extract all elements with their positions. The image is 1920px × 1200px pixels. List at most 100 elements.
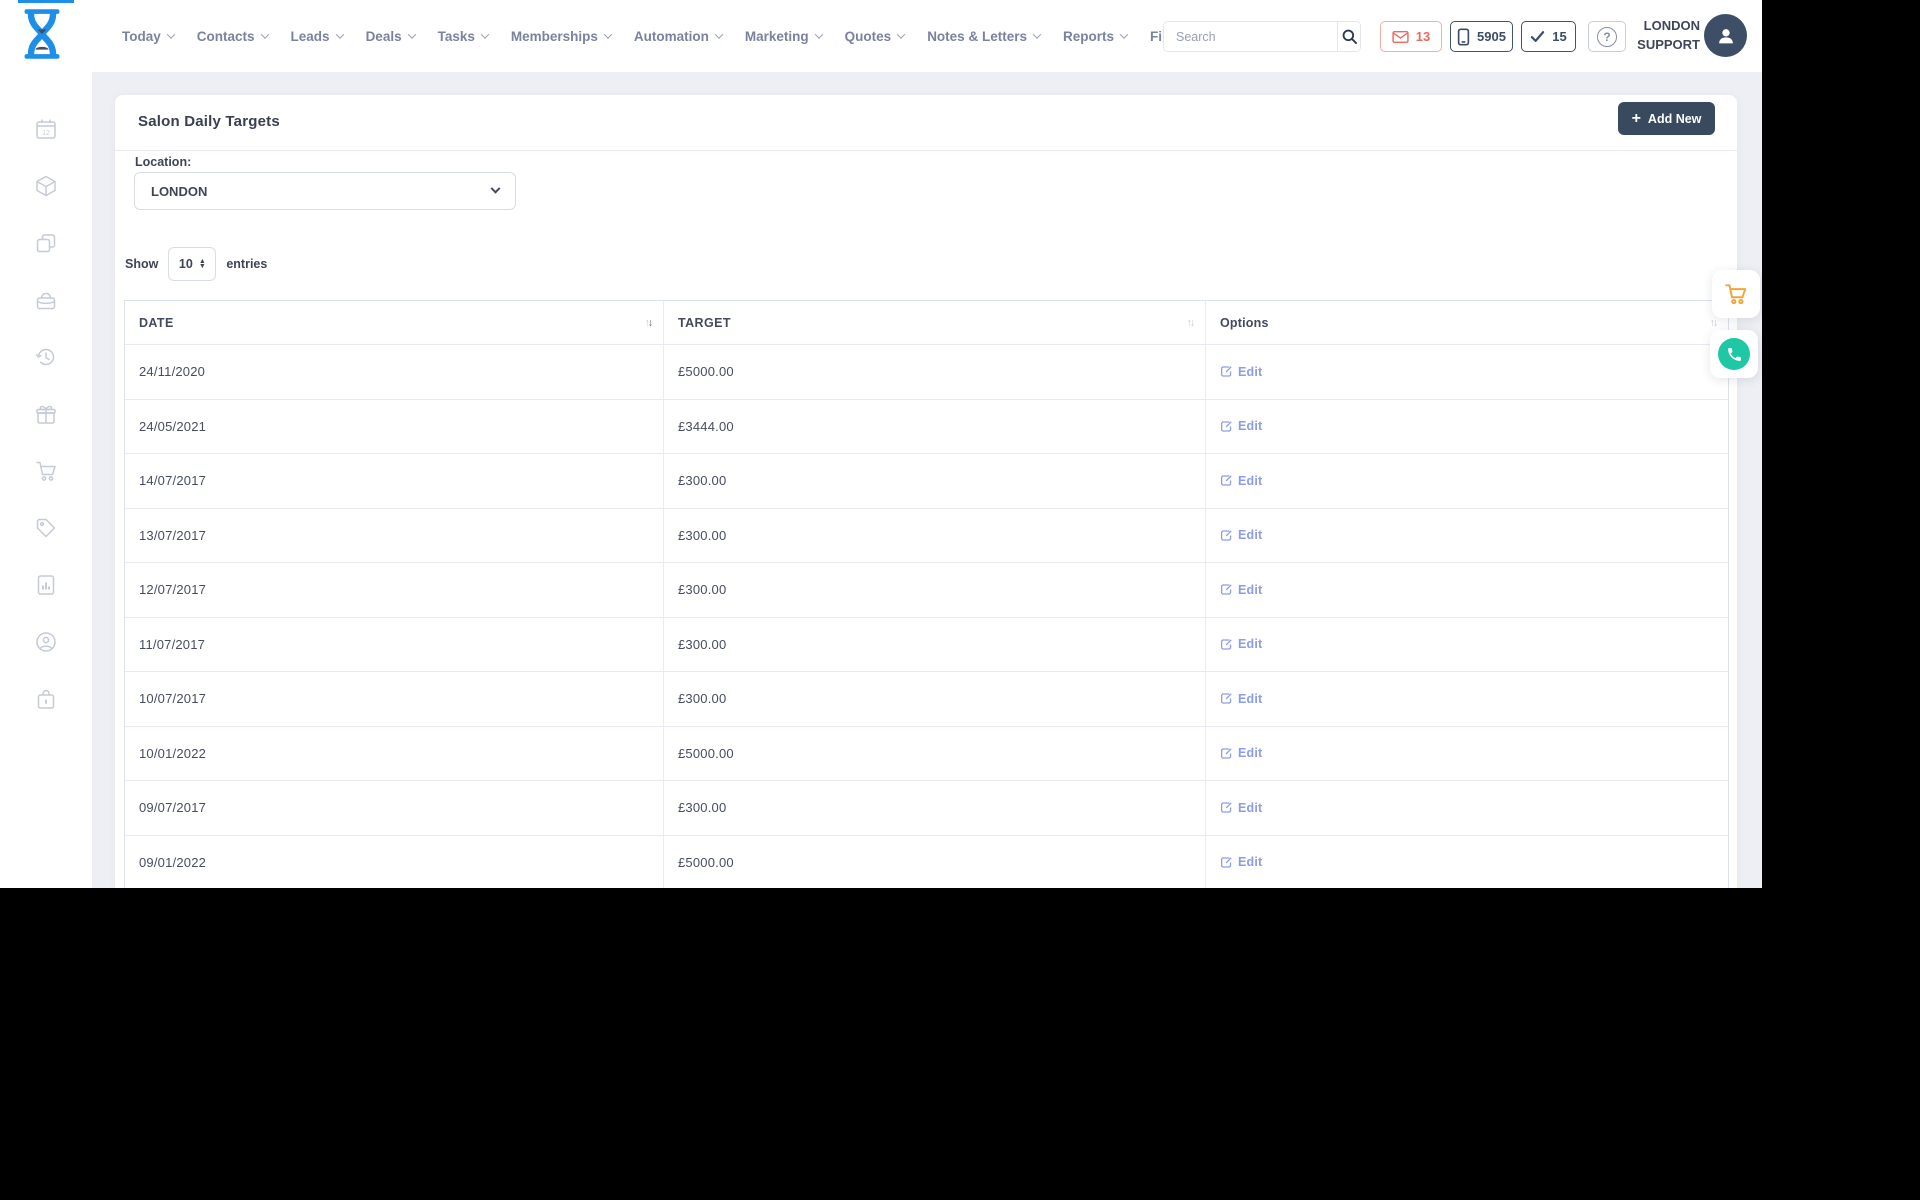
mail-notifications-badge[interactable]: 13	[1380, 21, 1442, 52]
edit-link[interactable]: Edit	[1220, 419, 1262, 433]
sidebar-item-basket[interactable]	[34, 288, 58, 312]
floating-call-button[interactable]	[1710, 330, 1758, 378]
nav-label: Reports	[1062, 28, 1114, 44]
chevron-down-icon	[814, 30, 823, 39]
location-label: Location:	[135, 155, 192, 169]
nav-item-marketing[interactable]: Marketing	[745, 29, 823, 44]
targets-table: DATE ↑↓ TARGET ↑↓ Options ↑↓ 24/11/2020 …	[124, 300, 1729, 888]
tasks-done-badge[interactable]: 15	[1521, 21, 1576, 52]
sidebar-item-calendar[interactable]: 12	[34, 117, 58, 141]
sidebar-item-gifts[interactable]	[34, 402, 58, 426]
chevron-down-icon	[335, 30, 344, 39]
chevron-down-icon	[490, 183, 501, 194]
nav-item-leads[interactable]: Leads	[291, 29, 344, 44]
location-select[interactable]: LONDON	[134, 172, 516, 210]
row-target: £300.00	[664, 508, 1206, 562]
row-date: 11/07/2017	[125, 617, 664, 671]
card-divider	[115, 150, 1737, 151]
edit-icon	[1220, 857, 1232, 868]
row-date: 09/01/2022	[125, 835, 664, 888]
history-clock-icon	[35, 348, 55, 366]
nav-label: Deals	[365, 28, 402, 44]
cart-icon	[1725, 284, 1747, 305]
edit-link[interactable]: Edit	[1220, 637, 1262, 651]
nav-label: Notes & Letters	[927, 28, 1027, 44]
nav-item-memberships[interactable]: Memberships	[511, 29, 613, 44]
package-icon	[36, 175, 56, 197]
nav-item-quotes[interactable]: Quotes	[845, 29, 906, 44]
cart-icon	[36, 461, 56, 481]
nav-label: Contacts	[196, 28, 255, 44]
column-header-target[interactable]: TARGET ↑↓	[664, 301, 1206, 344]
nav-item-notes-letters[interactable]: Notes & Letters	[927, 28, 1042, 44]
phone-circle	[1718, 338, 1750, 370]
chevron-down-icon	[714, 30, 724, 39]
table-row: 24/11/2020 £5000.00 Edit	[125, 344, 1728, 399]
question-mark-icon: ?	[1597, 26, 1617, 47]
column-header-date[interactable]: DATE ↑↓	[125, 301, 664, 344]
user-avatar[interactable]	[1704, 14, 1747, 57]
edit-link[interactable]: Edit	[1220, 474, 1262, 488]
nav-item-deals[interactable]: Deals	[365, 28, 416, 44]
edit-label: Edit	[1238, 800, 1263, 815]
sort-icon[interactable]: ↑↓	[1187, 317, 1196, 329]
row-date: 10/07/2017	[125, 672, 664, 726]
sidebar-item-history[interactable]	[34, 345, 58, 369]
sidebar-item-shop[interactable]	[34, 459, 58, 483]
edit-link[interactable]: Edit	[1220, 855, 1262, 869]
phone-count: 5905	[1477, 29, 1506, 44]
sidebar-item-security[interactable]	[34, 687, 58, 711]
lock-icon	[37, 689, 55, 709]
chevron-down-icon	[480, 30, 490, 39]
add-new-button[interactable]: + Add New	[1618, 102, 1715, 135]
search-input[interactable]	[1164, 22, 1337, 51]
sort-icon[interactable]: ↑↓	[645, 317, 654, 329]
phone-icon	[1727, 347, 1741, 361]
page-size-select[interactable]: 10 ▲ ▼	[168, 247, 217, 281]
check-icon	[1531, 31, 1545, 42]
nav-item-automation[interactable]: Automation	[634, 29, 724, 44]
add-new-label: Add New	[1647, 111, 1702, 126]
left-icon-sidebar: 12	[0, 72, 92, 888]
row-date: 13/07/2017	[125, 508, 664, 562]
spinner-arrows-icon: ▲ ▼	[198, 258, 206, 270]
sidebar-item-reports[interactable]	[34, 573, 58, 597]
row-date: 14/07/2017	[125, 454, 664, 508]
edit-icon	[1220, 802, 1232, 813]
nav-item-today[interactable]: Today	[122, 29, 176, 44]
edit-link[interactable]: Edit	[1220, 801, 1262, 815]
entries-label: entries	[226, 257, 268, 271]
user-name-line1: LONDON	[1643, 18, 1700, 33]
edit-link[interactable]: Edit	[1220, 528, 1262, 542]
nav-item-reports[interactable]: Reports	[1062, 28, 1129, 44]
edit-link[interactable]: Edit	[1220, 692, 1262, 706]
app-logo-hourglass-icon[interactable]	[20, 7, 64, 66]
app-window: Today Contacts Leads Deals Tasks Members…	[0, 0, 1762, 888]
edit-link[interactable]: Edit	[1220, 583, 1262, 597]
edit-icon	[1220, 584, 1232, 595]
top-navigation-bar: Today Contacts Leads Deals Tasks Members…	[0, 0, 1762, 72]
sort-icon[interactable]: ↑↓	[1710, 317, 1719, 329]
sidebar-item-vouchers[interactable]	[34, 516, 58, 540]
sidebar-item-packages[interactable]	[34, 174, 58, 198]
search-button[interactable]	[1337, 22, 1360, 51]
column-header-options[interactable]: Options ↑↓	[1206, 301, 1728, 344]
calendar-icon: 12	[36, 119, 56, 139]
sidebar-item-support[interactable]	[34, 630, 58, 654]
row-target: £5000.00	[664, 726, 1206, 780]
row-target: £5000.00	[664, 345, 1206, 399]
row-target: £300.00	[664, 781, 1206, 835]
column-label: TARGET	[678, 315, 731, 330]
edit-link[interactable]: Edit	[1220, 746, 1262, 760]
phone-calls-badge[interactable]: 5905	[1450, 21, 1513, 52]
floating-shop-button[interactable]	[1712, 270, 1760, 318]
sidebar-item-duplicates[interactable]	[34, 231, 58, 255]
chevron-down-icon	[1119, 30, 1129, 39]
nav-item-contacts[interactable]: Contacts	[196, 28, 269, 44]
edit-label: Edit	[1238, 746, 1263, 761]
location-selected-value: LONDON	[151, 183, 208, 199]
support-person-icon	[36, 632, 56, 652]
nav-item-tasks[interactable]: Tasks	[438, 29, 490, 44]
edit-link[interactable]: Edit	[1220, 365, 1262, 379]
person-icon	[1718, 28, 1733, 43]
